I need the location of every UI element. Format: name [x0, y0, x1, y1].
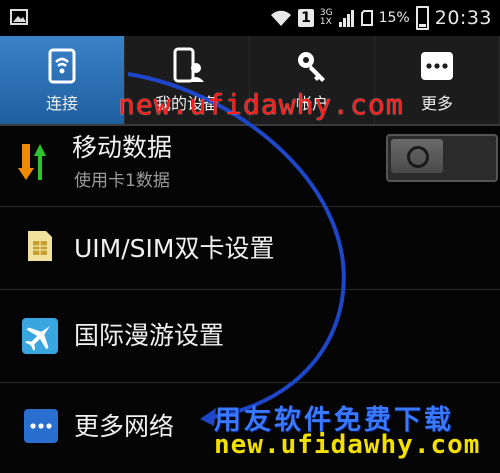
my-device-icon [173, 47, 204, 83]
network-type: 3G 1X [320, 9, 333, 27]
tab-label: 更多 [420, 94, 453, 113]
mobile-data-toggle[interactable] [386, 134, 498, 182]
tab-label: 连接 [45, 94, 78, 113]
more-dots-icon [421, 52, 453, 80]
more-dots-icon [24, 409, 58, 443]
signal-icon [338, 10, 354, 27]
watermark-url-top: new.ufidawhy.com [118, 88, 404, 121]
status-bar: 1 3G 1X 15% 20:33 [0, 0, 500, 36]
gallery-notification-icon [10, 9, 28, 25]
dual-sim-title: UIM/SIM双卡设置 [74, 234, 275, 263]
account-key-icon [298, 52, 325, 82]
android-settings-screen: 1 3G 1X 15% 20:33 连接 我的设备 帐户 更多 移动数据 使用卡… [0, 0, 500, 473]
list-item-roaming[interactable]: 国际漫游设置 [0, 290, 500, 383]
roaming-title: 国际漫游设置 [74, 321, 225, 350]
connection-icon [48, 48, 76, 84]
list-item-dual-sim[interactable]: UIM/SIM双卡设置 [0, 207, 500, 290]
airplane-icon [22, 318, 58, 354]
mobile-data-subtitle: 使用卡1数据 [74, 171, 170, 191]
network-type-bottom: 1X [319, 17, 332, 27]
tab-connections[interactable]: 连接 [0, 36, 125, 124]
sim-card-icon [28, 231, 52, 261]
battery-icon [415, 6, 429, 30]
clock: 20:33 [434, 7, 492, 29]
toggle-knob [391, 139, 443, 173]
mobile-data-title: 移动数据 [72, 133, 173, 162]
more-networks-title: 更多网络 [74, 412, 175, 441]
data-arrows-icon [18, 144, 46, 180]
battery-percent: 15% [378, 10, 410, 26]
sd-card-icon [360, 10, 373, 26]
sim-slot-badge: 1 [298, 9, 314, 27]
wifi-icon [271, 10, 292, 26]
watermark-url-bottom: new.ufidawhy.com [214, 430, 481, 460]
